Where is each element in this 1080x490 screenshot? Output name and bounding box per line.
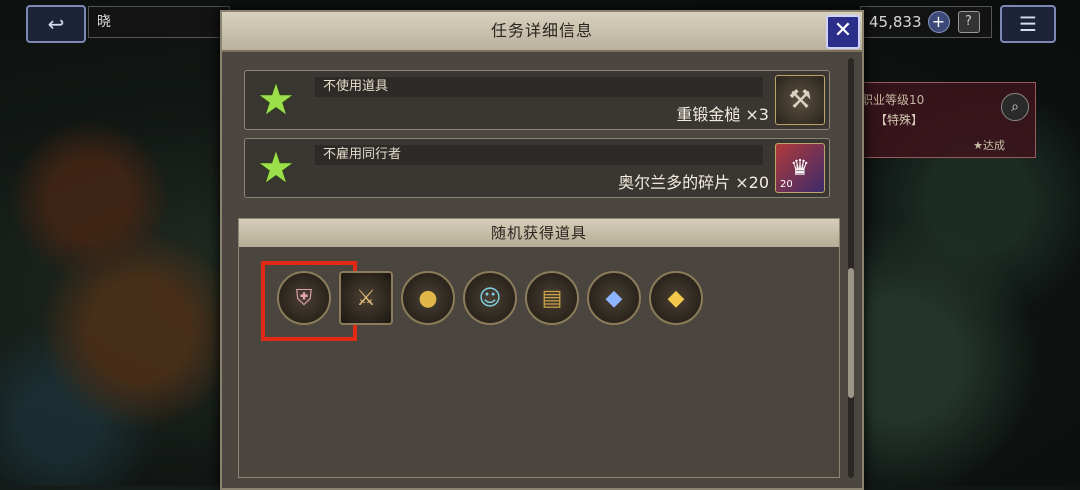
random-items-title: 随机获得道具 — [490, 224, 587, 242]
job-level-panel[interactable]: 职业等级10 【特殊】 ⌕ ★达成 — [860, 82, 1036, 158]
book-icon[interactable]: ▤ — [525, 271, 579, 325]
random-items-section: 随机获得道具 ⛨ ⚔ ● ☺ ▤ ◆ ◆ — [238, 218, 840, 478]
portrait-glyph: ♛ — [790, 155, 810, 181]
requirement-label: 不使用道具 — [315, 77, 763, 97]
dialog-scroll-area[interactable]: ★ 不使用道具 重锻金槌 ×3 ⚒ ★ 不雇用同行者 奥尔兰多的碎片 ×20 ♛… — [230, 58, 844, 480]
currency-display: 45,833 + ? — [860, 6, 992, 38]
dialog-scrollbar[interactable] — [848, 58, 854, 478]
blue-crystal-icon[interactable]: ◆ — [587, 271, 641, 325]
plus-icon[interactable]: + — [927, 11, 950, 33]
scrollbar-thumb[interactable] — [848, 268, 854, 398]
hammer-icon[interactable]: ⚒ — [775, 75, 825, 125]
question-icon[interactable]: ? — [957, 11, 980, 33]
gold-crystal-icon[interactable]: ◆ — [649, 271, 703, 325]
reward-text: 奥尔兰多的碎片 ×20 — [618, 173, 769, 192]
random-items-header: 随机获得道具 — [239, 219, 839, 247]
back-arrow-icon: ↩ — [47, 12, 65, 36]
star-icon: ★ — [257, 75, 295, 124]
player-name-field: 晓 — [88, 6, 230, 38]
mask-icon[interactable]: ☺ — [463, 271, 517, 325]
close-icon: ✕ — [833, 18, 853, 43]
shard-count: 20 — [780, 179, 793, 190]
requirement-row: ★ 不雇用同行者 奥尔兰多的碎片 ×20 ♛ 20 — [244, 138, 830, 198]
requirement-row: ★ 不使用道具 重锻金槌 ×3 ⚒ — [244, 70, 830, 130]
job-level-label: 职业等级10 — [861, 93, 925, 107]
reward-text: 重锻金槌 ×3 — [676, 105, 769, 124]
gold-ore-icon[interactable]: ● — [401, 271, 455, 325]
spear-scroll-icon[interactable]: ⚔ — [339, 271, 393, 325]
star-icon: ★ — [257, 143, 295, 192]
magnifier-icon[interactable]: ⌕ — [1001, 93, 1029, 121]
close-button[interactable]: ✕ — [826, 15, 860, 49]
character-portrait-icon[interactable]: ♛ 20 — [775, 143, 825, 193]
dialog-header: 任务详细信息 ✕ — [222, 12, 862, 52]
job-type-label: 【特殊】 — [875, 113, 924, 127]
currency-value: 45,833 — [869, 13, 922, 31]
dialog-title: 任务详细信息 — [490, 21, 593, 40]
requirement-label: 不雇用同行者 — [315, 145, 763, 165]
job-reached-label: ★达成 — [973, 139, 1005, 152]
back-button[interactable]: ↩ — [26, 5, 86, 43]
crest-shield-icon[interactable]: ⛨ — [277, 271, 331, 325]
quest-detail-dialog: 任务详细信息 ✕ ★ 不使用道具 重锻金槌 ×3 ⚒ ★ 不雇用同行者 奥尔兰多… — [220, 10, 864, 490]
hamburger-menu-icon: ☰ — [1019, 12, 1037, 36]
menu-button[interactable]: ☰ — [1000, 5, 1056, 43]
